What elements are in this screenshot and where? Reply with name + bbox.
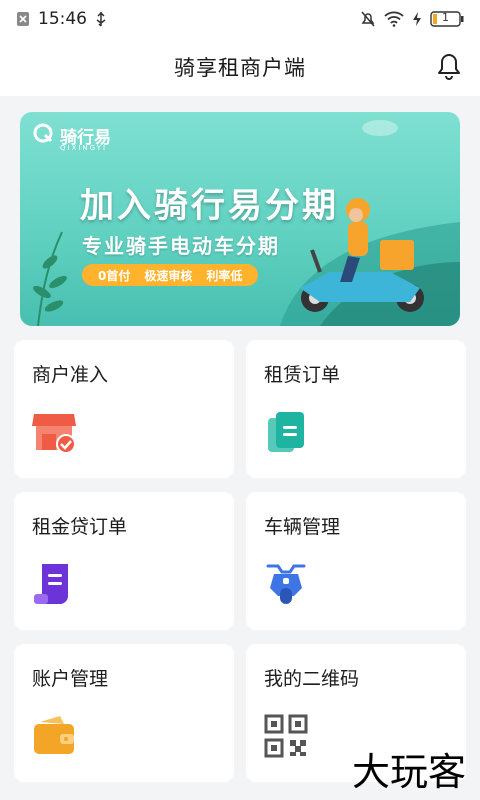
menu-card-label: 租赁订单 (264, 364, 341, 386)
banner-tags: 0首付 极速审核 利率低 (82, 264, 259, 286)
mute-icon (360, 10, 376, 28)
charging-icon (412, 11, 422, 27)
menu-card-label: 商户准入 (32, 364, 109, 386)
banner-subtitle: 专业骑手电动车分期 (82, 234, 280, 258)
watermark: 大玩客 (351, 750, 466, 794)
wifi-icon (384, 11, 404, 27)
menu-card-label: 账户管理 (32, 668, 109, 690)
menu-card-account-management[interactable]: 账户管理 (14, 644, 234, 782)
battery-icon: 1 (430, 11, 464, 27)
menu-card-rent-loan-orders[interactable]: 租金贷订单 (14, 492, 234, 630)
banner-tag: 利率低 (206, 268, 243, 283)
menu-card-label: 我的二维码 (264, 668, 360, 690)
status-bar: 15:46 1 (0, 0, 480, 38)
menu-card-rental-orders[interactable]: 租赁订单 (246, 340, 466, 478)
document-icon (262, 408, 310, 456)
usb-icon (95, 11, 107, 27)
menu-card-vehicle-management[interactable]: 车辆管理 (246, 492, 466, 630)
scooter-icon (262, 560, 310, 608)
page-title: 骑享租商户端 (174, 56, 306, 80)
banner-tag: 0首付 (98, 268, 131, 283)
menu-card-merchant-access[interactable]: 商户准入 (14, 340, 234, 478)
qr-code-icon (262, 712, 310, 760)
banner-brand-sub: QIXINGYI (60, 144, 108, 152)
storefront-icon (30, 408, 78, 456)
battery-level: 1 (442, 11, 449, 24)
banner-tag: 极速审核 (144, 268, 193, 283)
menu-card-label: 车辆管理 (264, 516, 341, 538)
receipt-icon (30, 560, 78, 608)
status-time: 15:46 (38, 9, 87, 29)
menu-grid: 商户准入 租赁订单 租金贷订单 车辆管理 账户管理 我的二维码 (14, 340, 466, 782)
promo-banner[interactable]: 骑行易 QIXINGYI 加入骑行易分期 专业骑手电动车分期 0首付 极速审核 … (20, 112, 460, 326)
app-header: 骑享租商户端 (0, 38, 480, 96)
menu-card-label: 租金贷订单 (32, 516, 128, 538)
notification-icon (16, 11, 30, 27)
banner-logo: 骑行易 QIXINGYI (32, 122, 111, 152)
logo-mark-icon (32, 122, 54, 148)
banner-title: 加入骑行易分期 (80, 186, 339, 226)
bell-icon[interactable] (436, 52, 462, 82)
wallet-icon (30, 712, 78, 760)
